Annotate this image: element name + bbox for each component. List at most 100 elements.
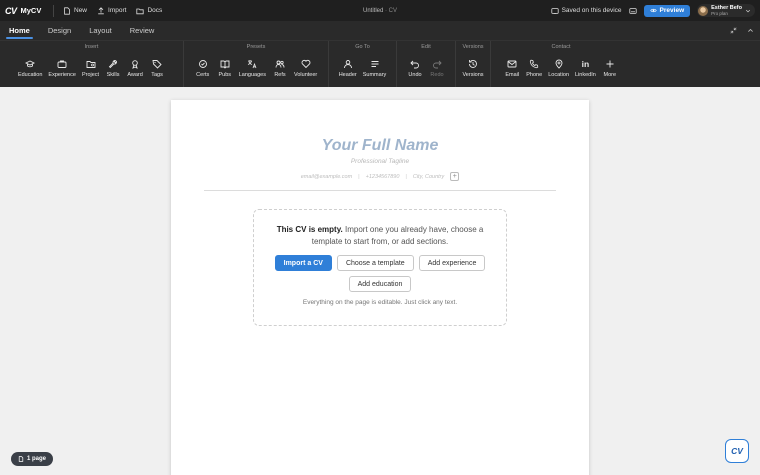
header-divider bbox=[204, 190, 556, 191]
choose-template-button[interactable]: Choose a template bbox=[336, 255, 414, 271]
collapse-arrows-icon[interactable] bbox=[730, 27, 737, 34]
add-education-button[interactable]: Add education bbox=[348, 276, 412, 292]
item-label: Phone bbox=[526, 72, 543, 78]
preset-certs-button[interactable]: Certs bbox=[192, 54, 214, 78]
add-experience-button[interactable]: Add experience bbox=[418, 255, 486, 271]
cv-contact-row: email@example.com | +1234567890 | City, … bbox=[171, 172, 589, 181]
app-name: MyCV bbox=[20, 6, 42, 15]
new-button[interactable]: New bbox=[58, 6, 92, 15]
device-icon bbox=[550, 7, 559, 14]
cv-email[interactable]: email@example.com bbox=[301, 174, 352, 180]
user-menu[interactable]: Esther Befo Pro plan bbox=[697, 4, 755, 17]
app-logo: CV bbox=[5, 5, 17, 16]
contact-phone-button[interactable]: Phone bbox=[523, 54, 545, 78]
undo-button[interactable]: Undo bbox=[404, 54, 426, 78]
docs-label: Docs bbox=[147, 7, 163, 14]
group-title: Contact bbox=[551, 44, 571, 50]
translate-icon bbox=[248, 60, 257, 69]
phone-icon bbox=[530, 59, 539, 69]
cv-page: Your Full Name Professional Tagline emai… bbox=[171, 100, 589, 475]
preset-languages-button[interactable]: Languages bbox=[236, 54, 269, 78]
insert-tags-button[interactable]: Tags bbox=[146, 54, 168, 78]
tab-layout[interactable]: Layout bbox=[80, 21, 121, 40]
empty-state-message: This CV is empty. Import one you already… bbox=[268, 224, 492, 248]
item-label: Tags bbox=[151, 72, 163, 78]
ribbon-group-goto: Go To Header Summary bbox=[329, 41, 397, 87]
item-label: Education bbox=[17, 72, 43, 78]
ribbon: Insert Education Experience Project Skil… bbox=[0, 40, 760, 87]
user-plan: Pro plan bbox=[711, 11, 728, 16]
preview-button[interactable]: Preview bbox=[643, 4, 691, 17]
tag-icon bbox=[152, 60, 162, 69]
cv-location[interactable]: City, Country bbox=[413, 174, 444, 180]
page-count-pill[interactable]: 1 page bbox=[11, 452, 54, 466]
text-lines-icon bbox=[371, 61, 379, 67]
document-title-separator: · bbox=[385, 7, 387, 14]
ribbon-group-edit: Edit Undo Redo bbox=[397, 41, 456, 87]
item-label: Project bbox=[81, 72, 100, 78]
users-icon bbox=[275, 60, 285, 68]
mail-icon bbox=[507, 60, 517, 68]
docs-button[interactable]: Docs bbox=[131, 7, 167, 15]
preset-pubs-button[interactable]: Pubs bbox=[214, 54, 236, 78]
add-contact-button[interactable]: + bbox=[450, 172, 460, 181]
group-title: Edit bbox=[421, 44, 431, 50]
tab-design[interactable]: Design bbox=[39, 21, 80, 40]
item-label: Location bbox=[548, 72, 569, 78]
cv-tagline[interactable]: Professional Tagline bbox=[171, 158, 589, 165]
tab-review[interactable]: Review bbox=[121, 21, 164, 40]
empty-state-panel: This CV is empty. Import one you already… bbox=[253, 209, 507, 326]
redo-button[interactable]: Redo bbox=[426, 54, 448, 78]
insert-award-button[interactable]: Award bbox=[124, 54, 146, 78]
insert-skills-button[interactable]: Skills bbox=[102, 54, 124, 78]
top-bar: CV MyCV New Import Docs Untitled · CV Sa… bbox=[0, 0, 760, 21]
book-icon bbox=[220, 60, 230, 69]
document-name[interactable]: Untitled bbox=[363, 8, 383, 14]
group-title: Go To bbox=[355, 44, 370, 50]
brand[interactable]: CV MyCV bbox=[0, 6, 49, 16]
briefcase-icon bbox=[57, 60, 67, 68]
import-button[interactable]: Import bbox=[92, 6, 131, 15]
contact-more-button[interactable]: More bbox=[599, 54, 621, 78]
panel-toggle-icon[interactable] bbox=[628, 7, 637, 15]
versions-button[interactable]: Versions bbox=[459, 54, 486, 78]
preview-label: Preview bbox=[659, 7, 685, 14]
item-label: More bbox=[603, 72, 617, 78]
item-label: Volunteer bbox=[293, 72, 318, 78]
ribbon-tools bbox=[730, 21, 754, 40]
group-title: Insert bbox=[84, 44, 99, 50]
cv-name[interactable]: Your Full Name bbox=[171, 137, 589, 155]
divider bbox=[53, 4, 54, 17]
goto-header-button[interactable]: Header bbox=[336, 54, 360, 78]
ribbon-tabs: Home Design Layout Review bbox=[0, 21, 760, 40]
new-label: New bbox=[74, 7, 88, 14]
preset-volunteer-button[interactable]: Volunteer bbox=[291, 54, 320, 78]
ribbon-group-versions: Versions Versions bbox=[456, 41, 491, 87]
tab-home[interactable]: Home bbox=[0, 21, 39, 40]
new-document-icon bbox=[64, 6, 70, 15]
contact-location-button[interactable]: Location bbox=[545, 54, 572, 78]
contact-separator: | bbox=[358, 173, 360, 180]
upload-icon bbox=[98, 6, 104, 14]
contact-linkedin-button[interactable]: in LinkedIn bbox=[572, 54, 599, 78]
empty-state-actions-secondary: Add education bbox=[254, 276, 506, 292]
contact-separator: | bbox=[405, 173, 407, 180]
page-count-label: 1 page bbox=[27, 456, 47, 462]
folder-icon bbox=[136, 8, 145, 14]
item-label: Award bbox=[127, 72, 143, 78]
chevron-up-icon[interactable] bbox=[747, 27, 754, 34]
undo-icon bbox=[410, 60, 419, 69]
goto-summary-button[interactable]: Summary bbox=[360, 54, 390, 78]
graduation-cap-icon bbox=[25, 60, 36, 68]
certificate-icon bbox=[198, 60, 207, 68]
import-label: Import bbox=[108, 7, 127, 14]
cv-phone[interactable]: +1234567890 bbox=[366, 174, 400, 180]
import-cv-button[interactable]: Import a CV bbox=[274, 255, 332, 271]
insert-project-button[interactable]: Project bbox=[79, 54, 102, 78]
cv-assistant-button[interactable]: CV bbox=[725, 439, 749, 463]
save-status: Saved on this device bbox=[550, 7, 622, 15]
insert-education-button[interactable]: Education bbox=[15, 54, 45, 78]
contact-email-button[interactable]: Email bbox=[501, 54, 523, 78]
insert-experience-button[interactable]: Experience bbox=[45, 54, 79, 78]
preset-refs-button[interactable]: Refs bbox=[269, 54, 291, 78]
